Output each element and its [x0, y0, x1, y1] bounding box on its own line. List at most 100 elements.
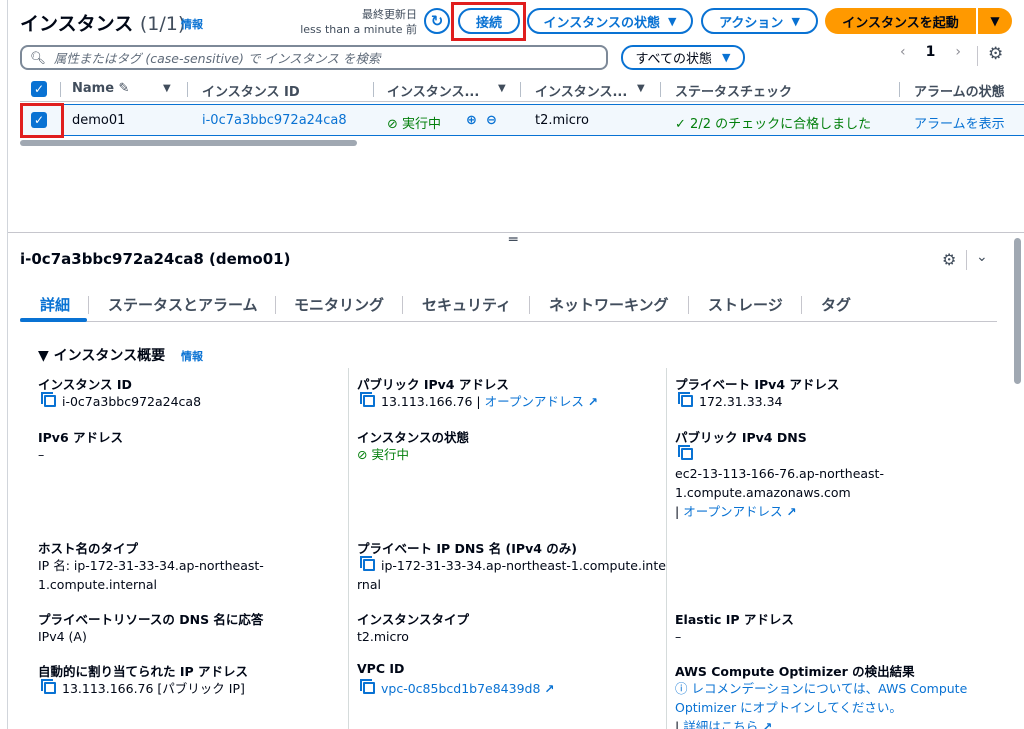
cell-status-check: ✓ 2/2 のチェックに合格しました	[675, 117, 872, 132]
field-label-hostname-type: ホスト名のタイプ	[38, 541, 139, 556]
refresh-button[interactable]: ↻	[424, 8, 450, 34]
tab-status-alarms[interactable]: ステータスとアラーム	[108, 294, 258, 315]
table-row[interactable]: ✓ demo01 i-0c7a3bbc972a24ca8 ⊘ 実行中 ⊕ ⊖ t…	[20, 104, 1024, 136]
section-title[interactable]: ▼ インスタンス概要	[38, 345, 165, 365]
field-label-auto-ip: 自動的に割り当てられた IP アドレス	[38, 664, 249, 679]
pagination: ‹ 1 ›	[900, 44, 961, 60]
field-label-public-ipv4: パブリック IPv4 アドレス	[357, 377, 509, 392]
field-value-vpc: vpc-0c85bcd1b7e8439d8 ↗	[360, 679, 555, 699]
field-value-public-ipv4: 13.113.166.76 | オープンアドレス ↗	[360, 392, 598, 412]
left-border	[7, 0, 8, 729]
cell-instance-id[interactable]: i-0c7a3bbc972a24ca8	[202, 113, 347, 128]
field-value-public-dns: ec2-13-113-166-76.ap-northeast- 1.comput…	[675, 464, 884, 522]
field-value-private-ipv4: 172.31.33.34	[678, 392, 783, 411]
search-input[interactable]: 🔍︎ 属性またはタグ (case-sensitive) で インスタンス を検索	[20, 45, 608, 70]
zoom-out-icon[interactable]: ⊖	[486, 113, 497, 128]
column-header-status-check[interactable]: ステータスチェック	[675, 81, 792, 100]
actions-button[interactable]: アクション ▼	[701, 8, 818, 34]
field-value-compute-optimizer[interactable]: ⓘ レコメンデーションについては、AWS Compute Optimizer に…	[675, 679, 967, 729]
chevron-down-icon[interactable]: ⌄	[976, 249, 988, 265]
caret-down-icon: ▼	[668, 14, 677, 28]
table-header: ✓ Name ✎ ▼ インスタンス ID インスタンス... ▼ インスタンス.…	[20, 76, 1024, 102]
info-link[interactable]: 情報	[181, 16, 203, 32]
column-header-name[interactable]: Name ✎	[72, 81, 129, 96]
field-value-instance-state: ⊘ 実行中	[357, 447, 409, 462]
detail-settings-gear-icon[interactable]: ⚙	[942, 250, 956, 269]
horizontal-scrollbar[interactable]	[20, 140, 357, 146]
checkbox-highlight-box	[20, 103, 64, 138]
copy-icon[interactable]	[41, 392, 56, 407]
edit-pencil-icon: ✎	[118, 81, 130, 96]
tab-details[interactable]: 詳細	[40, 294, 70, 315]
field-label-compute-optimizer: AWS Compute Optimizer の検出結果	[675, 664, 915, 679]
field-value-private-resource-dns: IPv4 (A)	[38, 629, 87, 644]
column-header-state[interactable]: インスタンス...	[387, 81, 479, 100]
field-value-hostname-type: IP 名: ip-172-31-33-34.ap-northeast- 1.co…	[38, 558, 264, 592]
column-divider	[348, 368, 349, 729]
field-label-elastic-ip: Elastic IP アドレス	[675, 612, 794, 627]
next-page-icon[interactable]: ›	[955, 44, 961, 60]
open-address-link[interactable]: オープンアドレス	[683, 504, 782, 519]
state-filter-select[interactable]: すべての状態 ▼	[621, 45, 745, 70]
field-label-private-dns: プライベート IP DNS 名 (IPv4 のみ)	[357, 541, 577, 556]
external-link-icon: ↗	[762, 720, 773, 729]
column-header-alarm[interactable]: アラームの状態	[914, 81, 1005, 100]
copy-icon[interactable]	[678, 445, 693, 460]
launch-dropdown-button[interactable]: ▼	[978, 8, 1012, 34]
column-header-instance-id[interactable]: インスタンス ID	[202, 81, 300, 100]
field-value-elastic-ip: –	[675, 629, 682, 644]
launch-instance-button[interactable]: インスタンスを起動	[825, 8, 976, 34]
instance-state-button[interactable]: インスタンスの状態 ▼	[527, 8, 693, 34]
tab-security[interactable]: セキュリティ	[422, 294, 511, 315]
field-value-auto-ip: 13.113.166.76 [パブリック IP]	[41, 679, 245, 698]
zoom-in-icon[interactable]: ⊕	[466, 113, 477, 128]
external-link-icon: ↗	[587, 395, 598, 409]
caret-down-icon: ▼	[791, 14, 800, 28]
drag-handle-icon[interactable]: ═	[509, 232, 517, 248]
field-label-public-dns: パブリック IPv4 DNS	[675, 430, 807, 445]
info-link[interactable]: 情報	[181, 348, 203, 364]
sort-caret-icon[interactable]: ▼	[637, 83, 645, 94]
copy-icon[interactable]	[360, 392, 375, 407]
field-value-private-dns: ip-172-31-33-34.ap-northeast-1.compute.i…	[357, 556, 666, 592]
active-tab-indicator	[20, 318, 87, 322]
open-address-link[interactable]: オープンアドレス	[485, 394, 584, 409]
field-label-vpc: VPC ID	[357, 661, 405, 676]
prev-page-icon[interactable]: ‹	[900, 44, 906, 60]
check-circle-icon: ⊘	[357, 447, 368, 462]
info-circle-icon: ⓘ	[675, 681, 688, 696]
tab-monitoring[interactable]: モニタリング	[294, 294, 384, 315]
page-number[interactable]: 1	[926, 44, 936, 60]
detail-tabs: 詳細 ステータスとアラーム モニタリング セキュリティ ネットワーキング ストレ…	[20, 292, 997, 322]
connect-highlight-box	[451, 2, 526, 41]
vertical-scrollbar[interactable]	[1014, 238, 1021, 384]
caret-down-icon: ▼	[722, 51, 731, 64]
tab-tags[interactable]: タグ	[821, 294, 851, 315]
column-header-type[interactable]: インスタンス...	[535, 81, 627, 100]
sort-caret-icon[interactable]: ▼	[498, 83, 506, 94]
external-link-icon: ↗	[544, 682, 555, 696]
field-label-instance-id: インスタンス ID	[38, 377, 132, 392]
copy-icon[interactable]	[41, 679, 56, 694]
field-label-ipv6: IPv6 アドレス	[38, 430, 124, 445]
divider	[966, 250, 967, 270]
sort-caret-icon[interactable]: ▼	[163, 83, 171, 94]
select-all-checkbox[interactable]: ✓	[31, 81, 47, 97]
detail-title: i-0c7a3bbc972a24ca8 (demo01)	[20, 250, 291, 268]
copy-icon[interactable]	[360, 679, 375, 694]
table-settings-gear-icon[interactable]: ⚙	[988, 44, 1003, 64]
tab-networking[interactable]: ネットワーキング	[549, 294, 669, 315]
cell-type: t2.micro	[535, 113, 589, 128]
tab-storage[interactable]: ストレージ	[708, 294, 783, 315]
copy-icon-wrapper	[678, 445, 699, 464]
field-label-private-resource-dns: プライベートリソースの DNS 名に応答	[38, 612, 264, 627]
field-label-private-ipv4: プライベート IPv4 アドレス	[675, 377, 840, 392]
field-label-instance-type: インスタンスタイプ	[357, 612, 470, 627]
cell-alarm[interactable]: アラームを表示	[914, 113, 1005, 132]
check-circle-icon: ⊘	[387, 117, 398, 132]
copy-icon[interactable]	[360, 556, 375, 571]
copy-icon[interactable]	[678, 392, 693, 407]
column-divider	[666, 368, 667, 729]
field-value-instance-type: t2.micro	[357, 629, 409, 644]
field-value-ipv6: –	[38, 447, 45, 462]
